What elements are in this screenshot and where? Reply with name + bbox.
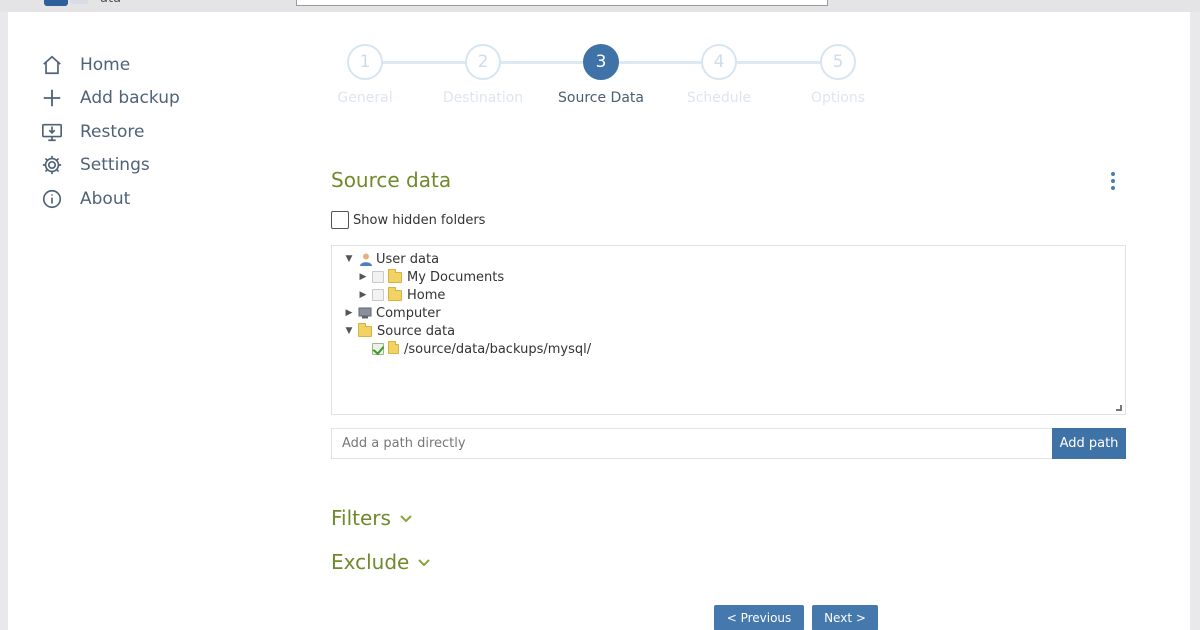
sidebar-item-label: Home xyxy=(80,54,131,75)
step-options[interactable]: 5 Options xyxy=(778,44,898,106)
step-general[interactable]: 1 General xyxy=(305,44,425,106)
step-number: 3 xyxy=(583,44,619,80)
logo-mark-icon xyxy=(70,0,88,4)
tree-label: User data xyxy=(376,251,440,267)
wizard-stepper: 1 General 2 Destination 3 Source Data 4 … xyxy=(318,44,878,124)
sidebar: Home Add backup Restore Settings About xyxy=(40,48,180,216)
step-source-data[interactable]: 3 Source Data xyxy=(541,44,661,106)
tree-checkbox[interactable] xyxy=(372,289,384,301)
sidebar-item-label: Settings xyxy=(80,155,150,176)
tree-node-my-documents[interactable]: ▶ My Documents xyxy=(358,268,504,286)
restore-icon xyxy=(40,120,64,144)
sidebar-item-label: About xyxy=(80,188,131,209)
step-number: 4 xyxy=(701,44,737,80)
step-label: Source Data xyxy=(558,90,644,106)
resize-handle-icon[interactable] xyxy=(1116,405,1122,411)
show-hidden-folders[interactable]: Show hidden folders xyxy=(331,211,485,229)
source-tree[interactable]: ▼ User data ▶ My Documents ▶ Home ▶ Comp… xyxy=(331,245,1126,415)
logo-icon xyxy=(44,0,68,6)
step-label: Destination xyxy=(442,90,524,106)
tree-label: /source/data/backups/mysql/ xyxy=(404,341,592,357)
folder-icon xyxy=(388,341,399,354)
folder-icon xyxy=(358,322,372,337)
sidebar-item-about[interactable]: About xyxy=(40,182,180,216)
step-label: Options xyxy=(810,90,866,106)
plus-icon xyxy=(40,86,64,110)
sidebar-item-label: Add backup xyxy=(80,88,180,109)
collapsed-arrow-icon[interactable]: ▶ xyxy=(344,308,354,318)
step-number: 5 xyxy=(820,44,856,80)
add-path-button[interactable]: Add path xyxy=(1052,428,1126,459)
next-button[interactable]: Next > xyxy=(812,605,878,630)
step-destination[interactable]: 2 Destination xyxy=(423,44,543,106)
previous-button[interactable]: < Previous xyxy=(714,605,804,630)
tree-label: Computer xyxy=(376,305,441,321)
more-options-icon[interactable] xyxy=(1108,172,1118,190)
step-number: 1 xyxy=(347,44,383,80)
filters-toggle[interactable]: Filters xyxy=(331,506,413,530)
tree-node-home[interactable]: ▶ Home xyxy=(358,286,445,304)
tree-label: Home xyxy=(407,287,446,303)
show-hidden-checkbox[interactable] xyxy=(331,211,349,229)
info-icon xyxy=(40,187,64,211)
step-number: 2 xyxy=(465,44,501,80)
user-icon xyxy=(360,253,372,266)
exclude-label: Exclude xyxy=(331,550,410,574)
folder-icon xyxy=(388,268,402,283)
step-label: General xyxy=(337,90,393,106)
tree-label: My Documents xyxy=(407,269,505,285)
filters-label: Filters xyxy=(331,506,391,530)
add-path-input[interactable] xyxy=(331,428,1053,459)
step-label: Schedule xyxy=(686,90,752,106)
logo-text: ata xyxy=(100,0,121,6)
sidebar-item-label: Restore xyxy=(80,121,145,142)
sidebar-item-restore[interactable]: Restore xyxy=(40,115,180,149)
tree-label: Source data xyxy=(377,323,456,339)
header-search-input[interactable] xyxy=(296,0,828,6)
tree-node-user-data[interactable]: ▼ User data xyxy=(344,250,440,268)
sidebar-item-settings[interactable]: Settings xyxy=(40,149,180,183)
tree-node-selected-path[interactable]: /source/data/backups/mysql/ xyxy=(372,340,591,358)
exclude-toggle[interactable]: Exclude xyxy=(331,550,431,574)
chevron-down-icon xyxy=(418,559,431,567)
section-title: Source data xyxy=(331,168,452,192)
step-schedule[interactable]: 4 Schedule xyxy=(659,44,779,106)
chevron-down-icon xyxy=(400,515,412,523)
tree-checkbox-checked[interactable] xyxy=(372,343,384,355)
collapsed-arrow-icon[interactable]: ▶ xyxy=(358,290,368,300)
collapsed-arrow-icon[interactable]: ▶ xyxy=(358,272,368,282)
tree-node-source-data[interactable]: ▼ Source data xyxy=(344,322,455,340)
tree-node-computer[interactable]: ▶ Computer xyxy=(344,304,441,322)
gear-icon xyxy=(40,153,64,177)
computer-icon xyxy=(358,307,372,319)
expanded-arrow-icon[interactable]: ▼ xyxy=(344,254,354,264)
show-hidden-label: Show hidden folders xyxy=(353,212,486,228)
sidebar-item-add-backup[interactable]: Add backup xyxy=(40,82,180,116)
top-bar: ata xyxy=(0,0,1200,12)
sidebar-item-home[interactable]: Home xyxy=(40,48,180,82)
expanded-arrow-icon[interactable]: ▼ xyxy=(344,326,354,336)
tree-checkbox[interactable] xyxy=(372,271,384,283)
home-icon xyxy=(40,53,64,77)
home-folder-icon xyxy=(388,286,402,301)
